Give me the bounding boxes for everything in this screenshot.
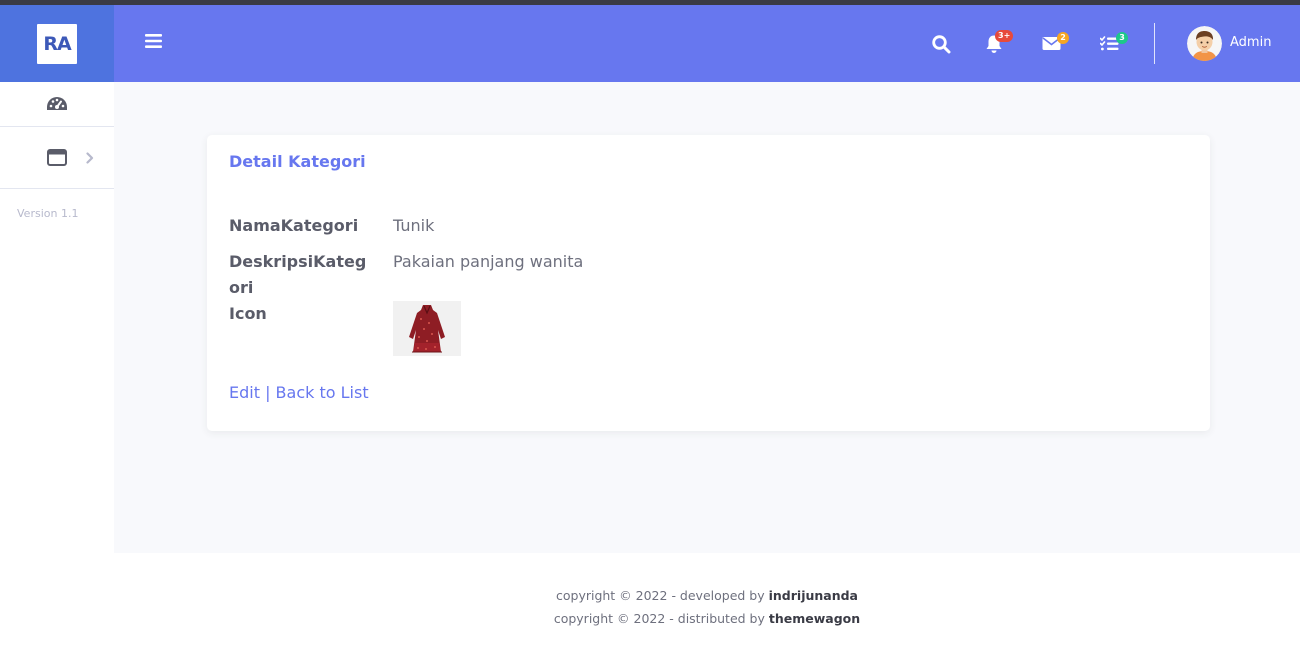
field-label-nama: NamaKategori: [229, 216, 359, 235]
footer-line-developed: copyright © 2022 - developed by indrijun…: [114, 588, 1300, 603]
hamburger-menu-icon[interactable]: [145, 34, 162, 48]
card-actions: Edit | Back to List: [229, 383, 369, 402]
footer: copyright © 2022 - developed by indrijun…: [114, 553, 1300, 669]
field-value-nama: Tunik: [393, 216, 435, 235]
card-title: Detail Kategori: [229, 152, 366, 171]
back-to-list-link[interactable]: Back to List: [276, 383, 369, 402]
footer-distributed-text: copyright © 2022 - distributed by: [553, 611, 769, 626]
sidebar-item-dashboard[interactable]: [0, 82, 114, 127]
messages-badge: 2: [1057, 32, 1069, 44]
tasks-badge: 3: [1116, 32, 1128, 44]
footer-distributor-name[interactable]: themewagon: [769, 611, 860, 626]
alerts-badge: 3+: [995, 30, 1014, 42]
link-separator: |: [259, 383, 276, 402]
avatar[interactable]: [1187, 26, 1222, 61]
sidebar-item-pages[interactable]: [0, 127, 114, 189]
edit-link[interactable]: Edit: [229, 383, 260, 402]
version-label: Version 1.1: [17, 207, 79, 220]
field-label-deskripsi: DeskripsiKategori: [229, 252, 367, 297]
messages-button[interactable]: 2: [1042, 32, 1069, 54]
user-avatar-icon: [1187, 26, 1222, 61]
window-icon: [47, 149, 67, 166]
dress-image: [393, 301, 461, 356]
topbar-divider: [1154, 23, 1155, 64]
alerts-button[interactable]: 3+: [985, 30, 1014, 56]
field-label-icon: Icon: [229, 304, 267, 323]
brand-logo[interactable]: RA: [37, 23, 77, 64]
category-icon-image: [393, 301, 461, 356]
topbar: 3+ 2 3 Admin: [114, 5, 1300, 82]
footer-line-distributed: copyright © 2022 - distributed by themew…: [114, 611, 1300, 626]
brand-area[interactable]: RA: [0, 5, 114, 82]
chevron-right-icon[interactable]: [86, 151, 94, 164]
field-value-deskripsi: Pakaian panjang wanita: [393, 252, 584, 271]
detail-card: Detail Kategori NamaKategori Tunik Deskr…: [207, 135, 1210, 431]
user-name[interactable]: Admin: [1230, 35, 1271, 50]
sidebar: Version 1.1: [0, 82, 114, 669]
footer-developer-name[interactable]: indrijunanda: [769, 588, 858, 603]
tachometer-icon: [47, 97, 67, 110]
search-icon[interactable]: [932, 35, 951, 54]
tasks-button[interactable]: 3: [1099, 32, 1128, 54]
footer-developed-text: copyright © 2022 - developed by: [555, 588, 769, 603]
brand-logo-text: RA: [43, 32, 71, 55]
